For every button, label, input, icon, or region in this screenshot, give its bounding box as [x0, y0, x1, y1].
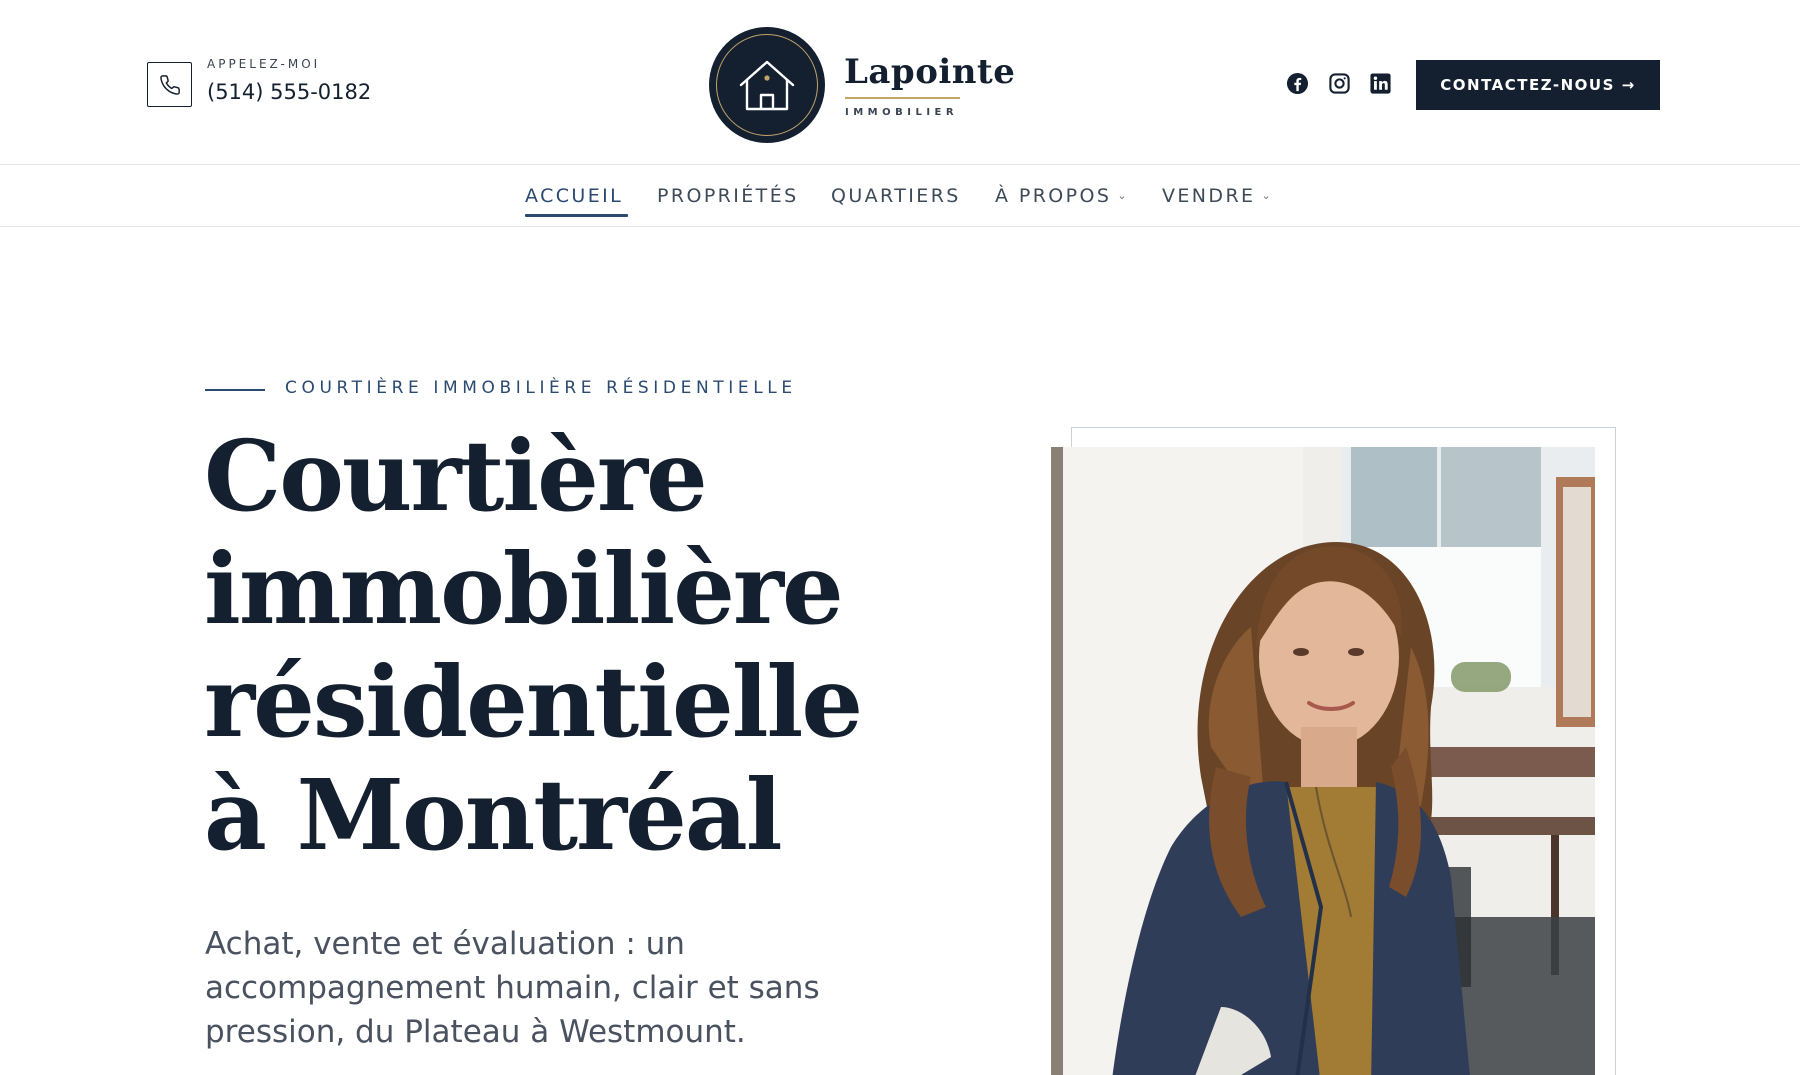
- chevron-down-icon: ⌄: [1117, 189, 1129, 202]
- hero-title-line: résidentielle: [204, 645, 863, 759]
- site-header: APPELEZ-MOI (514) 555-0182 Lapointe IMMO…: [0, 0, 1800, 165]
- phone-label: APPELEZ-MOI: [207, 57, 321, 71]
- nav-item-label: À PROPOS: [995, 185, 1112, 207]
- main-nav: ACCUEIL PROPRIÉTÉS QUARTIERS À PROPOS ⌄ V…: [0, 165, 1800, 227]
- facebook-icon: [1286, 72, 1308, 94]
- nav-item-quartiers[interactable]: QUARTIERS: [831, 185, 961, 207]
- active-nav-indicator: [525, 214, 628, 217]
- instagram-link[interactable]: [1327, 71, 1351, 95]
- nav-item-proprietes[interactable]: PROPRIÉTÉS: [657, 185, 799, 207]
- phone-icon: [159, 74, 180, 95]
- hero-title-line: Courtière: [204, 419, 708, 533]
- facebook-link[interactable]: [1285, 71, 1309, 95]
- nav-item-vendre[interactable]: VENDRE ⌄: [1162, 185, 1273, 207]
- nav-item-label: QUARTIERS: [831, 185, 961, 207]
- brand-subtitle: IMMOBILIER: [845, 107, 959, 118]
- brand-divider: [845, 97, 960, 99]
- nav-item-label: VENDRE: [1162, 185, 1256, 207]
- realtor-portrait-photo: [1051, 447, 1595, 1075]
- house-logo-badge: [709, 27, 825, 143]
- nav-item-label: PROPRIÉTÉS: [657, 185, 799, 207]
- linkedin-icon: [1369, 72, 1391, 94]
- phone-number-link[interactable]: (514) 555-0182: [207, 80, 371, 104]
- house-icon: [739, 60, 795, 111]
- phone-button[interactable]: [147, 62, 192, 107]
- hero-eyebrow: COURTIÈRE IMMOBILIÈRE RÉSIDENTIELLE: [285, 378, 797, 398]
- hero-title-line: immobilière: [204, 532, 844, 646]
- brand-name: Lapointe: [844, 52, 1016, 92]
- chevron-down-icon: ⌄: [1261, 189, 1274, 202]
- linkedin-link[interactable]: [1368, 71, 1392, 95]
- nav-item-label: ACCUEIL: [525, 185, 624, 207]
- contact-us-button[interactable]: CONTACTEZ-NOUS →: [1416, 60, 1660, 110]
- hero-subtitle: Achat, vente et évaluation : un accompag…: [205, 926, 820, 1050]
- nav-item-a-propos[interactable]: À PROPOS ⌄: [995, 185, 1129, 207]
- hero-title-line: à Montréal: [204, 758, 783, 872]
- hero-title: Courtière immobilière résidentielle à Mo…: [204, 420, 884, 872]
- nav-item-accueil[interactable]: ACCUEIL: [525, 185, 623, 207]
- instagram-icon: [1328, 72, 1350, 94]
- eyebrow-rule: [205, 389, 265, 391]
